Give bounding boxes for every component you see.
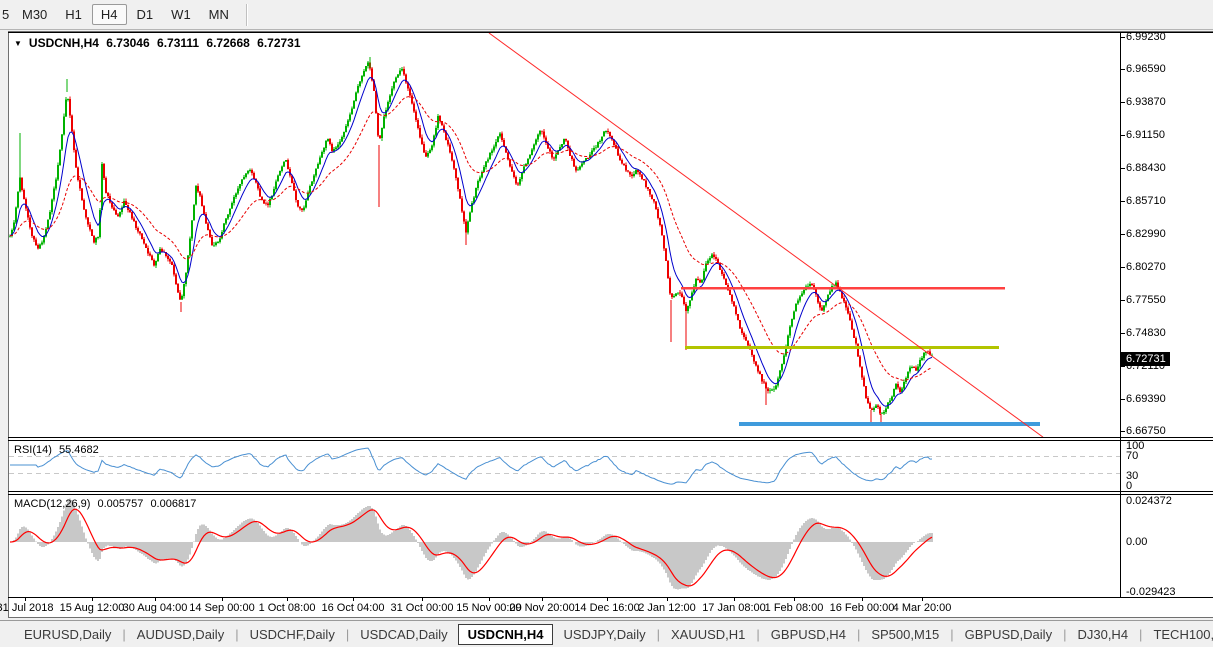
date-axis-label: 14 Sep 00:00 [189,602,254,614]
symbol-tabbar: EURUSD,Daily|AUDUSD,Daily|USDCHF,Daily|U… [0,620,1213,647]
date-axis-label: 2 Jan 12:00 [638,602,696,614]
date-axis-label: 1 Feb 08:00 [765,602,824,614]
date-axis-label: 31 Oct 00:00 [391,602,454,614]
rsi-indicator-name: RSI(14) [14,444,52,456]
timeframe-button-d1[interactable]: D1 [128,4,163,25]
tab-separator: | [122,627,125,642]
tab-separator: | [756,627,759,642]
tab-separator: | [1139,627,1142,642]
tab-separator: | [346,627,349,642]
date-axis-label: 17 Jan 08:00 [702,602,766,614]
ohlc-high: 6.73111 [157,36,199,50]
macd-axis-label: 0.00 [1126,536,1147,548]
date-axis-label: 14 Dec 16:00 [574,602,639,614]
price-axis-label: 6.74830 [1126,327,1166,339]
tab-usdcnh-h4[interactable]: USDCNH,H4 [458,624,554,645]
rsi-value: 55.4682 [59,444,99,456]
price-axis-label: 6.99230 [1126,31,1166,43]
price-axis-label: 6.66750 [1126,425,1166,437]
tab-usdcad-daily[interactable]: USDCAD,Daily [350,624,457,645]
macd-axis-label: 0.024372 [1126,495,1172,507]
price-axis-label: 6.69390 [1126,393,1166,405]
date-axis-label: 1 Oct 08:00 [259,602,316,614]
timeframe-button-mn[interactable]: MN [200,4,238,25]
tab-sp500-m15[interactable]: SP500,M15 [861,624,949,645]
trading-app-window: 5 M30H1H4D1W1MN ▼ USDCNH,H4 6.73046 6.731… [0,0,1213,647]
date-axis-label: 29 Nov 20:00 [509,602,574,614]
date-axis-label: 16 Feb 00:00 [830,602,895,614]
tab-xauusd-h1[interactable]: XAUUSD,H1 [661,624,755,645]
timeframe-button-h1[interactable]: H1 [56,4,91,25]
tab-separator: | [1063,627,1066,642]
price-axis-label: 6.82990 [1126,228,1166,240]
price-axis-label: 6.96590 [1126,63,1166,75]
macd-indicator-name: MACD(12,26,9) [14,498,90,510]
macd-label: MACD(12,26,9) 0.005757 0.006817 [14,498,200,510]
tab-separator: | [235,627,238,642]
tab-separator: | [657,627,660,642]
chart-canvas[interactable] [0,0,1213,647]
macd-axis-label: -0.029423 [1126,586,1176,598]
timeframe-button-m15-partial[interactable]: 5 [0,4,13,25]
macd-value-signal: 0.006817 [150,498,196,510]
chart-title: ▼ USDCNH,H4 6.73046 6.73111 6.72668 6.727… [14,36,305,50]
ohlc-close: 6.72731 [257,36,300,50]
tab-audusd-daily[interactable]: AUDUSD,Daily [127,624,234,645]
price-axis-label: 6.77550 [1126,294,1166,306]
tab-usdjpy-daily[interactable]: USDJPY,Daily [553,624,655,645]
price-axis-label: 6.80270 [1126,261,1166,273]
price-axis-label: 6.88430 [1126,162,1166,174]
timeframe-button-m30[interactable]: M30 [13,4,56,25]
chart-dropdown-icon[interactable]: ▼ [14,39,22,48]
rsi-axis-label: 70 [1126,450,1138,462]
tab-separator: | [857,627,860,642]
date-axis-label: 15 Aug 12:00 [60,602,125,614]
price-axis-label: 6.93870 [1126,96,1166,108]
macd-value-main: 0.005757 [97,498,143,510]
ohlc-low: 6.72668 [206,36,249,50]
tab-usdchf-daily[interactable]: USDCHF,Daily [240,624,345,645]
tab-gbpusd-daily[interactable]: GBPUSD,Daily [955,624,1062,645]
chart-symbol: USDCNH,H4 [29,36,99,50]
timeframe-button-h4[interactable]: H4 [92,4,127,25]
current-price-badge: 6.72731 [1121,352,1170,366]
price-axis-label: 6.85710 [1126,195,1166,207]
rsi-label: RSI(14) 55.4682 [14,444,103,456]
date-axis-label: 31 Jul 2018 [0,602,53,614]
price-axis-label: 6.91150 [1126,129,1165,141]
tab-tech100-h1[interactable]: TECH100,H1 [1143,624,1213,645]
tab-eurusd-daily[interactable]: EURUSD,Daily [14,624,121,645]
tab-dj30-h4[interactable]: DJ30,H4 [1067,624,1138,645]
tab-separator: | [950,627,953,642]
timeframe-toolbar: 5 M30H1H4D1W1MN [0,0,1213,30]
tab-gbpusd-h4[interactable]: GBPUSD,H4 [761,624,856,645]
timeframe-button-w1[interactable]: W1 [162,4,200,25]
date-axis-label: 30 Aug 04:00 [123,602,188,614]
rsi-axis-label: 0 [1126,480,1132,492]
toolbar-separator [246,4,248,26]
ohlc-open: 6.73046 [106,36,149,50]
date-axis-label: 4 Mar 20:00 [893,602,952,614]
date-axis-label: 16 Oct 04:00 [322,602,385,614]
